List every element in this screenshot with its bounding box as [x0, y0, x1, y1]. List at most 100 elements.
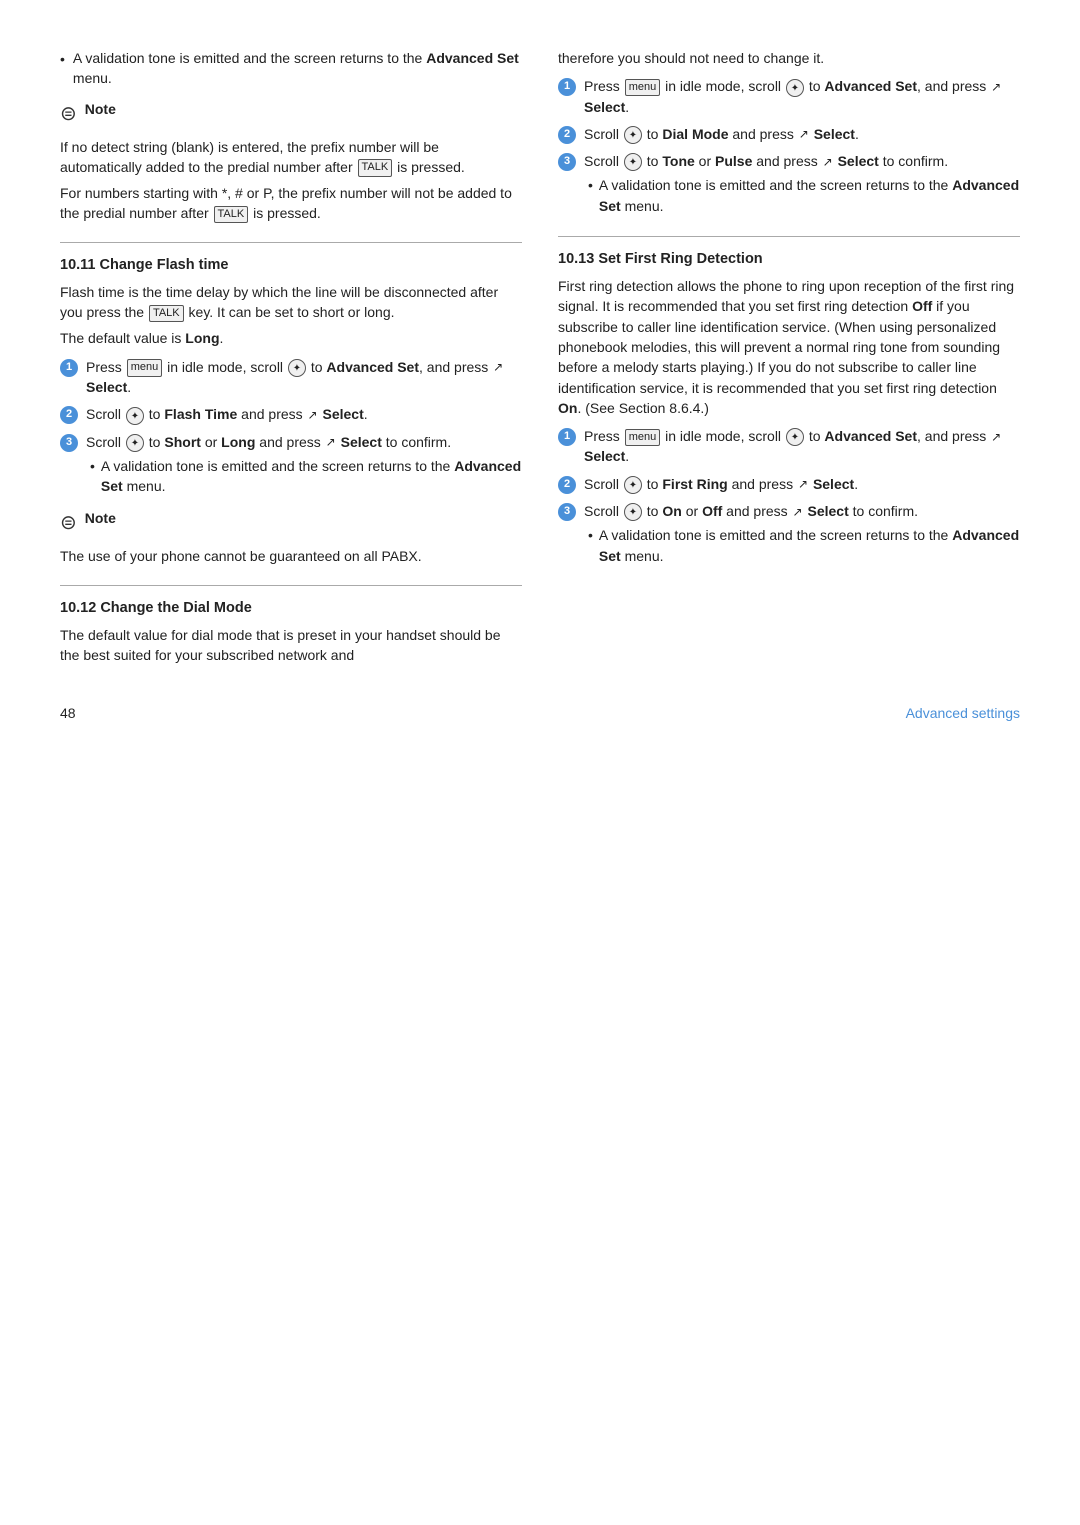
step-content-dm-1: Press menu in idle mode, scroll ✦ to Adv… — [584, 76, 1020, 117]
step-10-11-1: 1 Press menu in idle mode, scroll ✦ to A… — [60, 357, 522, 398]
bullet-dot: • — [60, 49, 65, 89]
section-10-11-intro: Flash time is the time delay by which th… — [60, 282, 522, 323]
advanced-set-label: Advanced Set — [426, 50, 519, 66]
select-key-dm-2: ↗ — [799, 126, 809, 143]
sub-bullet-1: • A validation tone is emitted and the s… — [86, 456, 522, 497]
scroll-key-2: ✦ — [126, 407, 144, 425]
select-key-dm-1: ↗ — [991, 79, 1001, 96]
section-10-13-intro: First ring detection allows the phone to… — [558, 276, 1020, 418]
off-label: Off — [912, 298, 932, 314]
talk-key-3: TALK — [149, 305, 184, 322]
select-label-1: Select — [86, 379, 127, 395]
select-key-3: ↗ — [326, 434, 336, 451]
adv-set-dm-1: Advanced Set — [824, 78, 917, 94]
scroll-key-dm-2: ✦ — [624, 126, 642, 144]
select-key-13-2: ↗ — [798, 476, 808, 493]
footer: 48 Advanced settings — [60, 695, 1020, 723]
sub-bullet-text-13-3: A validation tone is emitted and the scr… — [599, 525, 1020, 566]
step-num-3: 3 — [60, 434, 78, 452]
adv-set-sub-dm-3: Advanced Set — [599, 177, 1019, 213]
select-label-13-2: Select — [813, 476, 854, 492]
on-label: On — [558, 400, 577, 416]
select-label-13-3: Select — [808, 503, 849, 519]
off-label-13: Off — [702, 503, 722, 519]
select-label-3: Select — [341, 434, 382, 450]
footer-title: Advanced settings — [906, 703, 1020, 723]
flash-time-label: Flash Time — [164, 406, 237, 422]
sub-bullet-dot-dm-3: • — [588, 175, 593, 216]
select-key-dm-3: ↗ — [823, 154, 833, 171]
note-box-2: ⊜ Note — [60, 508, 522, 538]
section-10-12-intro: The default value for dial mode that is … — [60, 625, 522, 666]
intro-bullet: • A validation tone is emitted and the s… — [60, 48, 522, 89]
select-label-dm-3: Select — [838, 153, 879, 169]
step-content-13-1: Press menu in idle mode, scroll ✦ to Adv… — [584, 426, 1020, 467]
note1-text: If no detect string (blank) is entered, … — [60, 137, 522, 178]
note1-text2: For numbers starting with *, # or P, the… — [60, 183, 522, 224]
adv-set-sub-13-3: Advanced Set — [599, 527, 1019, 563]
scroll-key-3: ✦ — [126, 434, 144, 452]
pulse-label: Pulse — [715, 153, 752, 169]
step-num-13-2: 2 — [558, 476, 576, 494]
adv-set-13-1: Advanced Set — [824, 428, 917, 444]
sub-bullet-13-3: • A validation tone is emitted and the s… — [584, 525, 1020, 566]
short-label: Short — [164, 434, 201, 450]
note-box-1: ⊜ Note — [60, 99, 522, 129]
select-label-2: Select — [322, 406, 363, 422]
left-column: • A validation tone is emitted and the s… — [60, 48, 522, 671]
talk-key-1: TALK — [358, 159, 393, 176]
steps-10-11: 1 Press menu in idle mode, scroll ✦ to A… — [60, 357, 522, 499]
right-column: therefore you should not need to change … — [558, 48, 1020, 671]
select-label-dm-2: Select — [814, 126, 855, 142]
adv-set-sub-1: Advanced Set — [101, 458, 521, 494]
step-num-dm-3: 3 — [558, 153, 576, 171]
note-icon-2: ⊜ — [60, 509, 77, 538]
menu-key-dm-1: menu — [625, 79, 661, 96]
page-number: 48 — [60, 703, 76, 723]
first-ring-label: First Ring — [662, 476, 727, 492]
step-dm-3: 3 Scroll ✦ to Tone or Pulse and press ↗ … — [558, 151, 1020, 218]
note-label-1: Note — [85, 99, 116, 119]
step-content-1: Press menu in idle mode, scroll ✦ to Adv… — [86, 357, 522, 398]
adv-set-1: Advanced Set — [326, 359, 419, 375]
sub-bullet-dot-13-3: • — [588, 525, 593, 566]
section-10-11-title: 10.11 Change Flash time — [60, 255, 522, 276]
step-num-dm-1: 1 — [558, 78, 576, 96]
note2-text: The use of your phone cannot be guarante… — [60, 546, 522, 566]
steps-dial-mode: 1 Press menu in idle mode, scroll ✦ to A… — [558, 76, 1020, 218]
step-content-13-2: Scroll ✦ to First Ring and press ↗ Selec… — [584, 474, 1020, 494]
step-dm-2: 2 Scroll ✦ to Dial Mode and press ↗ Sele… — [558, 124, 1020, 144]
default-long: Long — [185, 330, 219, 346]
divider-2 — [60, 585, 522, 586]
step-10-13-3: 3 Scroll ✦ to On or Off and press ↗ Sele… — [558, 501, 1020, 568]
section-10-12-cont: therefore you should not need to change … — [558, 48, 1020, 68]
section-10-13-title: 10.13 Set First Ring Detection — [558, 249, 1020, 270]
scroll-key-13-3: ✦ — [624, 503, 642, 521]
step-10-13-2: 2 Scroll ✦ to First Ring and press ↗ Sel… — [558, 474, 1020, 494]
scroll-key-dm-1: ✦ — [786, 79, 804, 97]
select-label-13-1: Select — [584, 448, 625, 464]
step-num-dm-2: 2 — [558, 126, 576, 144]
note-icon-1: ⊜ — [60, 100, 77, 129]
step-num-1: 1 — [60, 359, 78, 377]
step-content-3: Scroll ✦ to Short or Long and press ↗ Se… — [86, 432, 522, 499]
tone-label: Tone — [662, 153, 694, 169]
scroll-key-1: ✦ — [288, 359, 306, 377]
divider-3 — [558, 236, 1020, 237]
intro-bullet-text: A validation tone is emitted and the scr… — [73, 48, 522, 89]
note-label-2: Note — [85, 508, 116, 528]
sub-bullet-text-dm-3: A validation tone is emitted and the scr… — [599, 175, 1020, 216]
sub-bullet-dm-3: • A validation tone is emitted and the s… — [584, 175, 1020, 216]
scroll-key-13-1: ✦ — [786, 428, 804, 446]
step-content-dm-2: Scroll ✦ to Dial Mode and press ↗ Select… — [584, 124, 1020, 144]
step-10-11-3: 3 Scroll ✦ to Short or Long and press ↗ … — [60, 432, 522, 499]
step-content-13-3: Scroll ✦ to On or Off and press ↗ Select… — [584, 501, 1020, 568]
select-key-1: ↗ — [493, 359, 503, 376]
step-content-dm-3: Scroll ✦ to Tone or Pulse and press ↗ Se… — [584, 151, 1020, 218]
page-container: • A validation tone is emitted and the s… — [60, 48, 1020, 724]
select-key-13-3: ↗ — [793, 504, 803, 521]
long-label: Long — [221, 434, 255, 450]
menu-key-13-1: menu — [625, 429, 661, 446]
scroll-key-13-2: ✦ — [624, 476, 642, 494]
scroll-key-dm-3: ✦ — [624, 153, 642, 171]
